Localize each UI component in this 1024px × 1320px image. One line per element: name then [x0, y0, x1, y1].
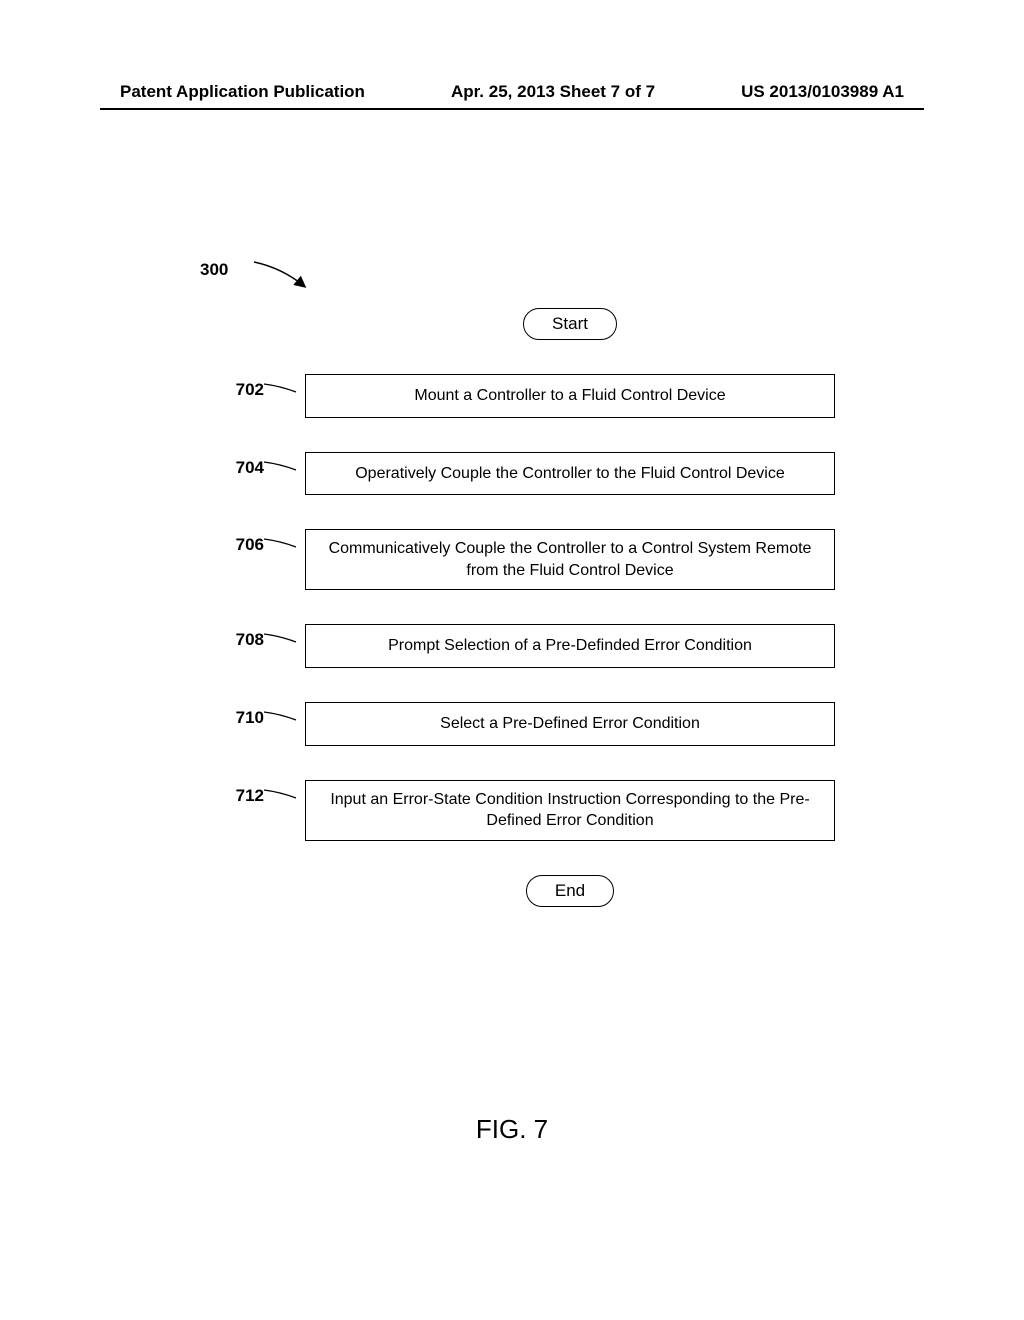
- end-terminal: End: [526, 875, 614, 907]
- flowchart-ref-number: 300: [200, 260, 228, 280]
- header-rule: [100, 108, 924, 110]
- process-box: Prompt Selection of a Pre-Definded Error…: [305, 624, 835, 668]
- process-box: Mount a Controller to a Fluid Control De…: [305, 374, 835, 418]
- flow-row: 706 Communicatively Couple the Controlle…: [170, 529, 870, 624]
- leader-line-icon: [262, 380, 298, 398]
- flow-row: 712 Input an Error-State Condition Instr…: [170, 780, 870, 907]
- flow-arrow-icon: [569, 841, 571, 875]
- header-center: Apr. 25, 2013 Sheet 7 of 7: [451, 82, 655, 102]
- leader-line-icon: [262, 458, 298, 476]
- process-box: Input an Error-State Condition Instructi…: [305, 780, 835, 841]
- header-left: Patent Application Publication: [120, 82, 365, 102]
- leader-line-icon: [262, 708, 298, 726]
- leader-arrow-icon: [252, 256, 316, 296]
- process-box: Select a Pre-Defined Error Condition: [305, 702, 835, 746]
- step-ref: 710: [236, 708, 264, 727]
- figure-caption: FIG. 7: [0, 1114, 1024, 1145]
- flow-arrow-icon: [569, 495, 571, 529]
- step-ref: 712: [236, 786, 264, 805]
- process-box: Operatively Couple the Controller to the…: [305, 452, 835, 496]
- flow-arrow-icon: [569, 590, 571, 624]
- page: Patent Application Publication Apr. 25, …: [0, 0, 1024, 1320]
- flow-row: 708 Prompt Selection of a Pre-Definded E…: [170, 624, 870, 702]
- step-ref: 702: [236, 380, 264, 399]
- flowchart: 300 Start: [170, 260, 870, 907]
- flow-row: 710 Select a Pre-Defined Error Condition: [170, 702, 870, 780]
- flow-row: 704 Operatively Couple the Controller to…: [170, 452, 870, 530]
- flowchart-ref: 300: [170, 260, 870, 308]
- flow-arrow-icon: [569, 418, 571, 452]
- page-header: Patent Application Publication Apr. 25, …: [120, 82, 904, 102]
- leader-line-icon: [262, 535, 298, 553]
- step-ref: 708: [236, 630, 264, 649]
- step-ref: 706: [236, 535, 264, 554]
- flow-arrow-icon: [569, 746, 571, 780]
- leader-line-icon: [262, 630, 298, 648]
- flow-arrow-icon: [569, 668, 571, 702]
- start-terminal: Start: [523, 308, 617, 340]
- header-right: US 2013/0103989 A1: [741, 82, 904, 102]
- step-ref: 704: [236, 458, 264, 477]
- flow-arrow-icon: [569, 340, 571, 374]
- flow-row-start: Start: [170, 308, 870, 374]
- process-box: Communicatively Couple the Controller to…: [305, 529, 835, 590]
- flow-row: 702 Mount a Controller to a Fluid Contro…: [170, 374, 870, 452]
- leader-line-icon: [262, 786, 298, 804]
